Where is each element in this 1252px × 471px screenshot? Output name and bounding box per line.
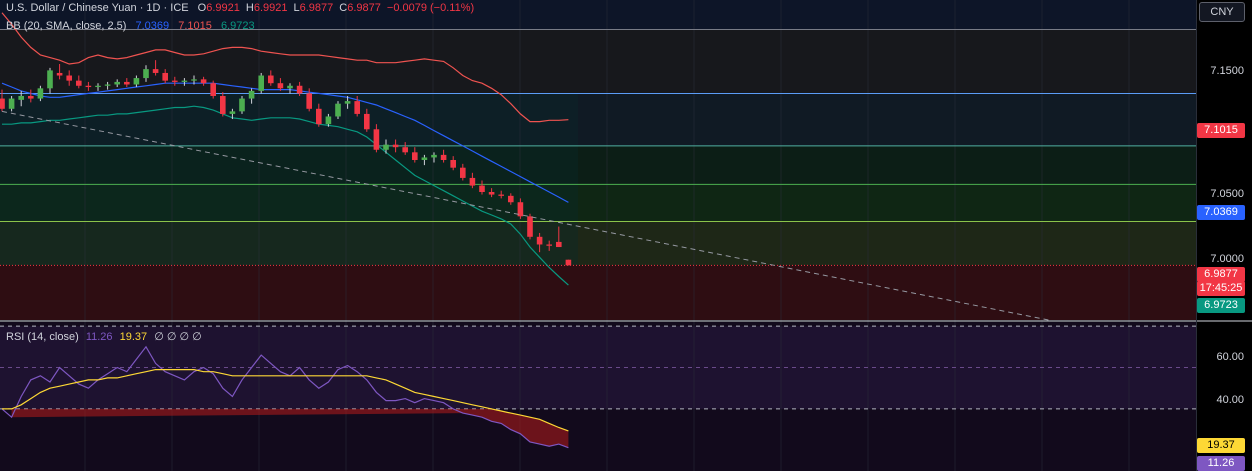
candle-body	[114, 81, 120, 85]
candle-body	[373, 129, 380, 150]
currency-button[interactable]: CNY	[1199, 2, 1245, 22]
candle-body	[287, 85, 293, 89]
price-level-band	[0, 29, 1196, 94]
candle-body	[325, 116, 332, 125]
candle-body	[8, 98, 15, 109]
rsi-ma-value: 19.37	[119, 331, 148, 343]
bb-upper-tag: 7.1015	[1197, 123, 1245, 138]
countdown-tag: 17:45:25	[1197, 281, 1245, 296]
candle-body	[421, 157, 428, 160]
background-layer	[0, 0, 1252, 471]
candle-body	[277, 83, 284, 89]
symbol-title: U.S. Dollar / Chinese Yuan · 1D · ICE	[6, 2, 189, 14]
candle-body	[133, 78, 140, 85]
candle-body	[258, 75, 264, 91]
candle-body	[335, 103, 341, 117]
candle-body	[124, 81, 130, 85]
candle-body	[28, 96, 34, 99]
candle-body	[95, 85, 101, 88]
candle-body	[306, 93, 312, 109]
candle-body	[354, 101, 360, 114]
price-tick-label: 7.0000	[1210, 253, 1244, 265]
candle-body	[316, 108, 322, 125]
candle-body	[143, 69, 149, 79]
candle-body	[296, 85, 303, 94]
candle-body	[469, 177, 476, 186]
candle-body	[488, 192, 495, 195]
rsi-tick-label: 40.00	[1216, 394, 1244, 406]
bb-basis-value: 7.0369	[135, 20, 170, 32]
price-tick-label: 7.0500	[1210, 188, 1244, 200]
candle-body	[47, 70, 53, 89]
candle-body	[37, 88, 44, 99]
candle-body	[364, 113, 370, 130]
candle-body	[104, 84, 111, 86]
candle-body	[152, 69, 159, 73]
candle-body	[412, 152, 418, 160]
candle-body	[66, 75, 72, 81]
rsi-tick-label: 60.00	[1216, 351, 1244, 363]
bb-legend[interactable]: BB (20, SMA, close, 2.5) 7.0369 7.1015 6…	[6, 19, 261, 33]
bb-lower-value: 6.9723	[220, 20, 255, 32]
candle-body	[402, 147, 408, 153]
candle-body	[565, 259, 572, 266]
candle-body	[162, 72, 168, 81]
rsi-value: 11.26	[85, 331, 113, 343]
candle-body	[200, 79, 207, 84]
candle-body	[440, 154, 447, 160]
price-tick-label: 7.1500	[1210, 65, 1244, 77]
candle-body	[248, 90, 255, 99]
candle-body	[229, 111, 236, 114]
price-legend-line-1: U.S. Dollar / Chinese Yuan · 1D · ICE O6…	[6, 1, 486, 15]
bb-lower-tag: 6.9723	[1197, 298, 1245, 313]
last-price-tag: 6.9877	[1197, 267, 1245, 282]
candle-body	[344, 101, 351, 104]
bb-basis-tag: 7.0369	[1197, 205, 1245, 220]
bb-upper-value: 7.1015	[178, 20, 212, 32]
candle-body	[0, 98, 5, 109]
candle-body	[431, 154, 437, 158]
rsi-ma-tag: 19.37	[1197, 438, 1245, 453]
bb-label: BB (20, SMA, close, 2.5)	[6, 20, 127, 32]
candle-body	[546, 244, 552, 246]
candle-body	[172, 80, 178, 82]
rsi-legend[interactable]: RSI (14, close) 11.26 19.37 ∅ ∅ ∅ ∅	[6, 330, 202, 343]
candle-body	[479, 185, 485, 192]
candle-body	[498, 194, 504, 196]
rsi-empty-values: ∅ ∅ ∅ ∅	[154, 331, 202, 343]
candle-body	[392, 144, 399, 148]
candle-body	[527, 216, 533, 237]
candle-body	[191, 79, 197, 81]
price-level-band	[0, 265, 1196, 320]
bb-highlight-area	[0, 93, 578, 266]
rsi-tag: 11.26	[1197, 456, 1245, 471]
candle-body	[460, 167, 466, 178]
candle-body	[56, 72, 63, 76]
candle-body	[536, 236, 543, 245]
candle-body	[18, 96, 24, 100]
candle-body	[268, 75, 274, 84]
rsi-label: RSI (14, close)	[6, 331, 79, 343]
candle-body	[383, 144, 389, 150]
candle-body	[85, 85, 92, 88]
candle-body	[450, 160, 456, 168]
candle-body	[181, 80, 188, 82]
candle-body	[76, 80, 82, 86]
candle-body	[556, 241, 562, 248]
chart-canvas[interactable]	[0, 0, 1252, 471]
candle-body	[220, 96, 226, 114]
price-axis[interactable]: CNY 7.1500 7.0500 7.0000 7.1015 7.0369 6…	[1196, 0, 1252, 471]
candle-body	[210, 83, 216, 96]
ohlc-values: O6.9921 H6.9921 L6.9877 C6.9877 −0.0079 (−0.…	[197, 2, 475, 14]
candle-body	[239, 98, 245, 112]
candle-body	[508, 195, 514, 203]
